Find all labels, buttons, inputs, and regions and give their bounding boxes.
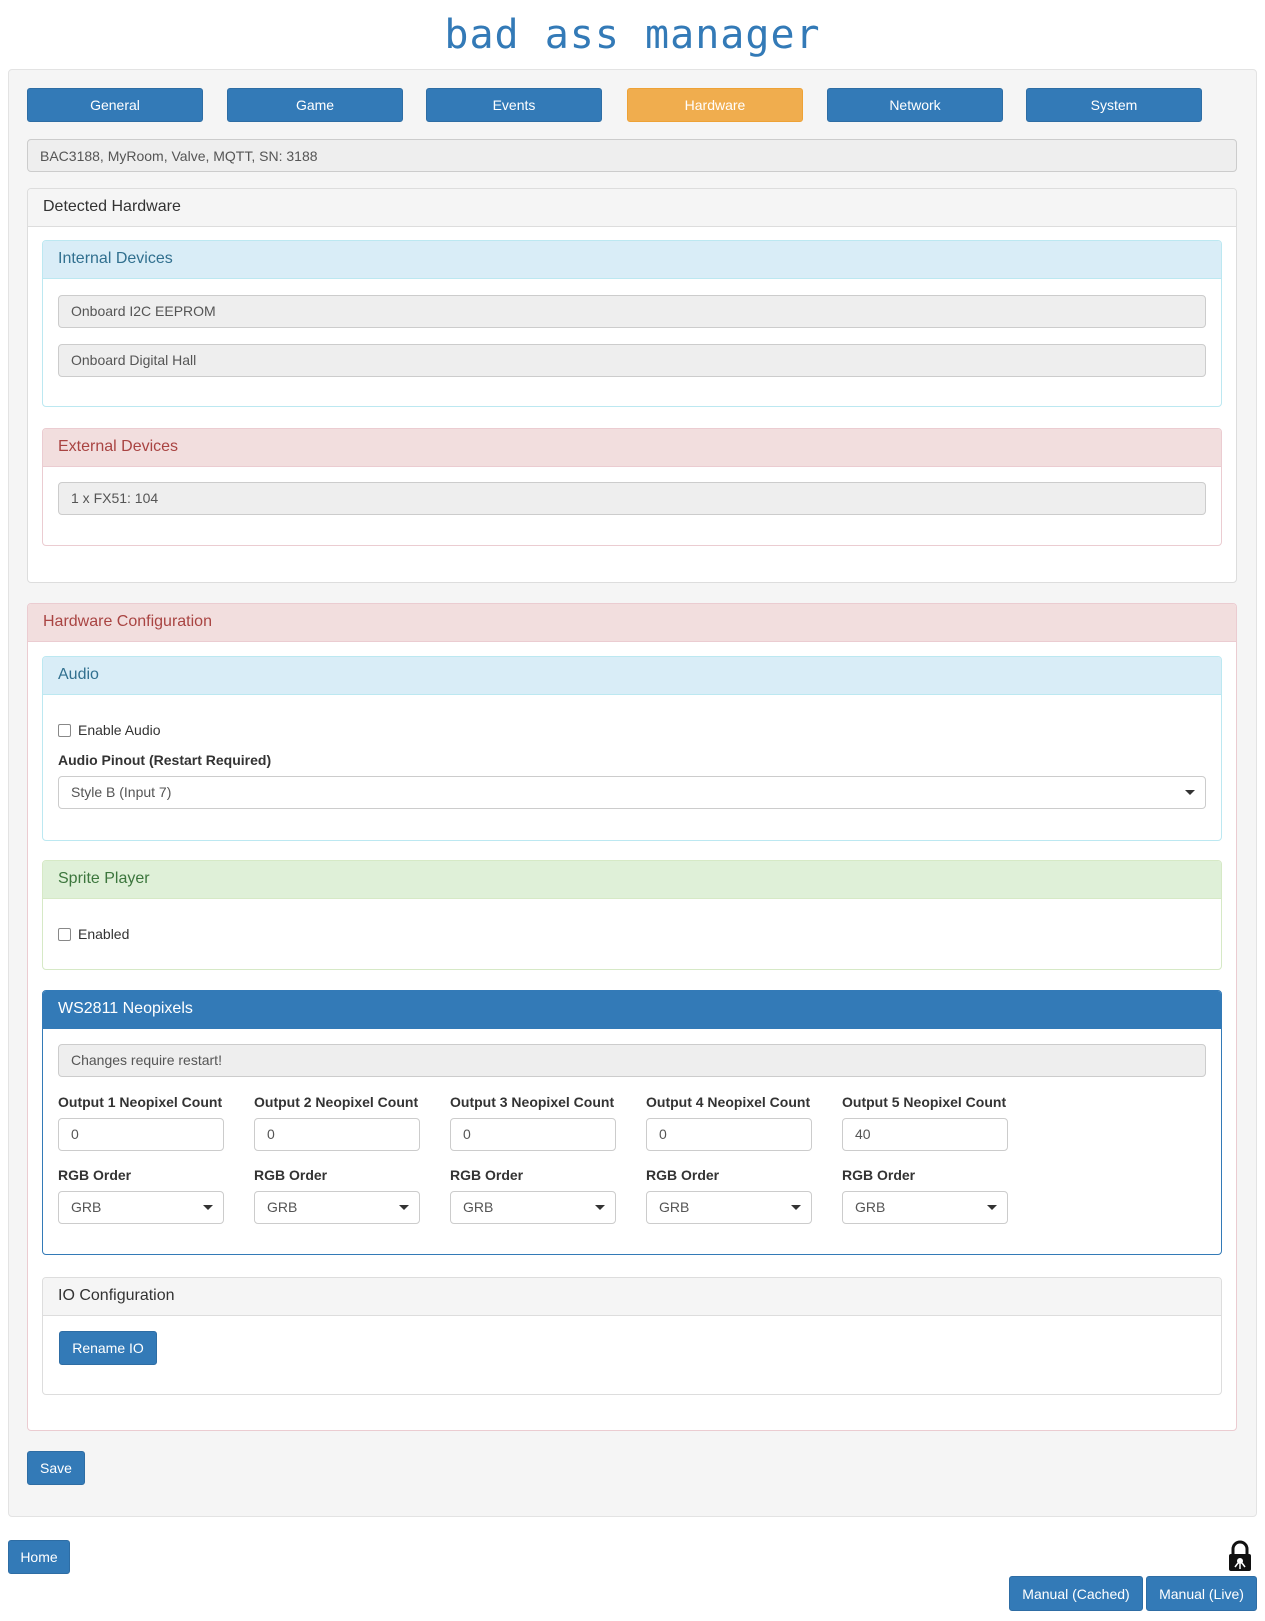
output-2-order-value: GRB [267,1199,298,1215]
output-4-order-label: RGB Order [646,1167,720,1183]
output-2-order-select[interactable]: GRB [254,1191,420,1224]
output-4-count-input[interactable]: 0 [646,1118,812,1151]
internal-devices-heading: Internal Devices [43,241,1221,279]
sprite-player-heading: Sprite Player [43,861,1221,899]
save-button[interactable]: Save [27,1451,85,1485]
output-3-count-label: Output 3 Neopixel Count [450,1094,615,1110]
restart-notice: Changes require restart! [58,1044,1206,1077]
output-3-count-input[interactable]: 0 [450,1118,616,1151]
external-device-item: 1 x FX51: 104 [58,482,1206,515]
output-3-order-label: RGB Order [450,1167,524,1183]
audio-panel: Audio [42,656,1222,841]
internal-device-item: Onboard Digital Hall [58,344,1206,377]
neopixels-heading: WS2811 Neopixels [43,991,1221,1029]
tab-network[interactable]: Network [827,88,1003,122]
output-4-count-label: Output 4 Neopixel Count [646,1094,811,1110]
detected-hardware-heading: Detected Hardware [28,189,1236,227]
tab-general[interactable]: General [27,88,203,122]
audio-pinout-label: Audio Pinout (Restart Required) [58,752,272,768]
chevron-down-icon [595,1205,605,1210]
output-5-order-value: GRB [855,1199,886,1215]
checkbox-box[interactable] [58,723,71,737]
enable-audio-label: Enable Audio [78,722,161,738]
chevron-down-icon [987,1205,997,1210]
external-devices-heading: External Devices [43,429,1221,467]
app-logo: bad ass manager [444,12,821,58]
output-1-order-label: RGB Order [58,1167,132,1183]
output-5-order-select[interactable]: GRB [842,1191,1008,1224]
output-4-order-select[interactable]: GRB [646,1191,812,1224]
lock-icon-graphic [1229,1540,1251,1571]
output-2-count-label: Output 2 Neopixel Count [254,1094,419,1110]
checkbox-box[interactable] [58,927,71,941]
chevron-down-icon [203,1205,213,1210]
hardware-config-heading: Hardware Configuration [28,604,1236,642]
rename-io-button[interactable]: Rename IO [59,1331,157,1365]
sprite-player-panel: Sprite Player [42,860,1222,970]
io-config-panel: IO Configuration [42,1277,1222,1395]
internal-device-item: Onboard I2C EEPROM [58,295,1206,328]
output-2-count-input[interactable]: 0 [254,1118,420,1151]
device-info-field: BAC3188, MyRoom, Valve, MQTT, SN: 3188 [27,139,1237,172]
tab-system[interactable]: System [1026,88,1202,122]
output-1-order-value: GRB [71,1199,102,1215]
io-config-heading: IO Configuration [43,1278,1221,1316]
manual-cached-button[interactable]: Manual (Cached) [1009,1576,1143,1611]
tab-hardware[interactable]: Hardware [627,88,803,122]
chevron-down-icon [399,1205,409,1210]
chevron-down-icon [1185,790,1195,795]
output-2-order-label: RGB Order [254,1167,328,1183]
output-5-order-label: RGB Order [842,1167,916,1183]
tab-game[interactable]: Game [227,88,403,122]
chevron-down-icon [791,1205,801,1210]
output-5-count-label: Output 5 Neopixel Count [842,1094,1007,1110]
output-3-order-value: GRB [463,1199,494,1215]
sprite-enabled-checkbox[interactable]: Enabled [58,926,129,942]
audio-pinout-select[interactable]: Style B (Input 7) [58,776,1206,809]
output-1-order-select[interactable]: GRB [58,1191,224,1224]
enable-audio-checkbox[interactable]: Enable Audio [58,722,161,738]
audio-pinout-value: Style B (Input 7) [71,784,172,800]
tab-events[interactable]: Events [426,88,602,122]
audio-heading: Audio [43,657,1221,695]
sprite-enabled-label: Enabled [78,926,130,942]
output-5-count-input[interactable]: 40 [842,1118,1008,1151]
output-4-order-value: GRB [659,1199,690,1215]
output-1-count-label: Output 1 Neopixel Count [58,1094,223,1110]
output-1-count-input[interactable]: 0 [58,1118,224,1151]
output-3-order-select[interactable]: GRB [450,1191,616,1224]
home-button[interactable]: Home [8,1540,70,1574]
manual-live-button[interactable]: Manual (Live) [1146,1576,1257,1611]
lock-icon[interactable] [1226,1540,1254,1572]
